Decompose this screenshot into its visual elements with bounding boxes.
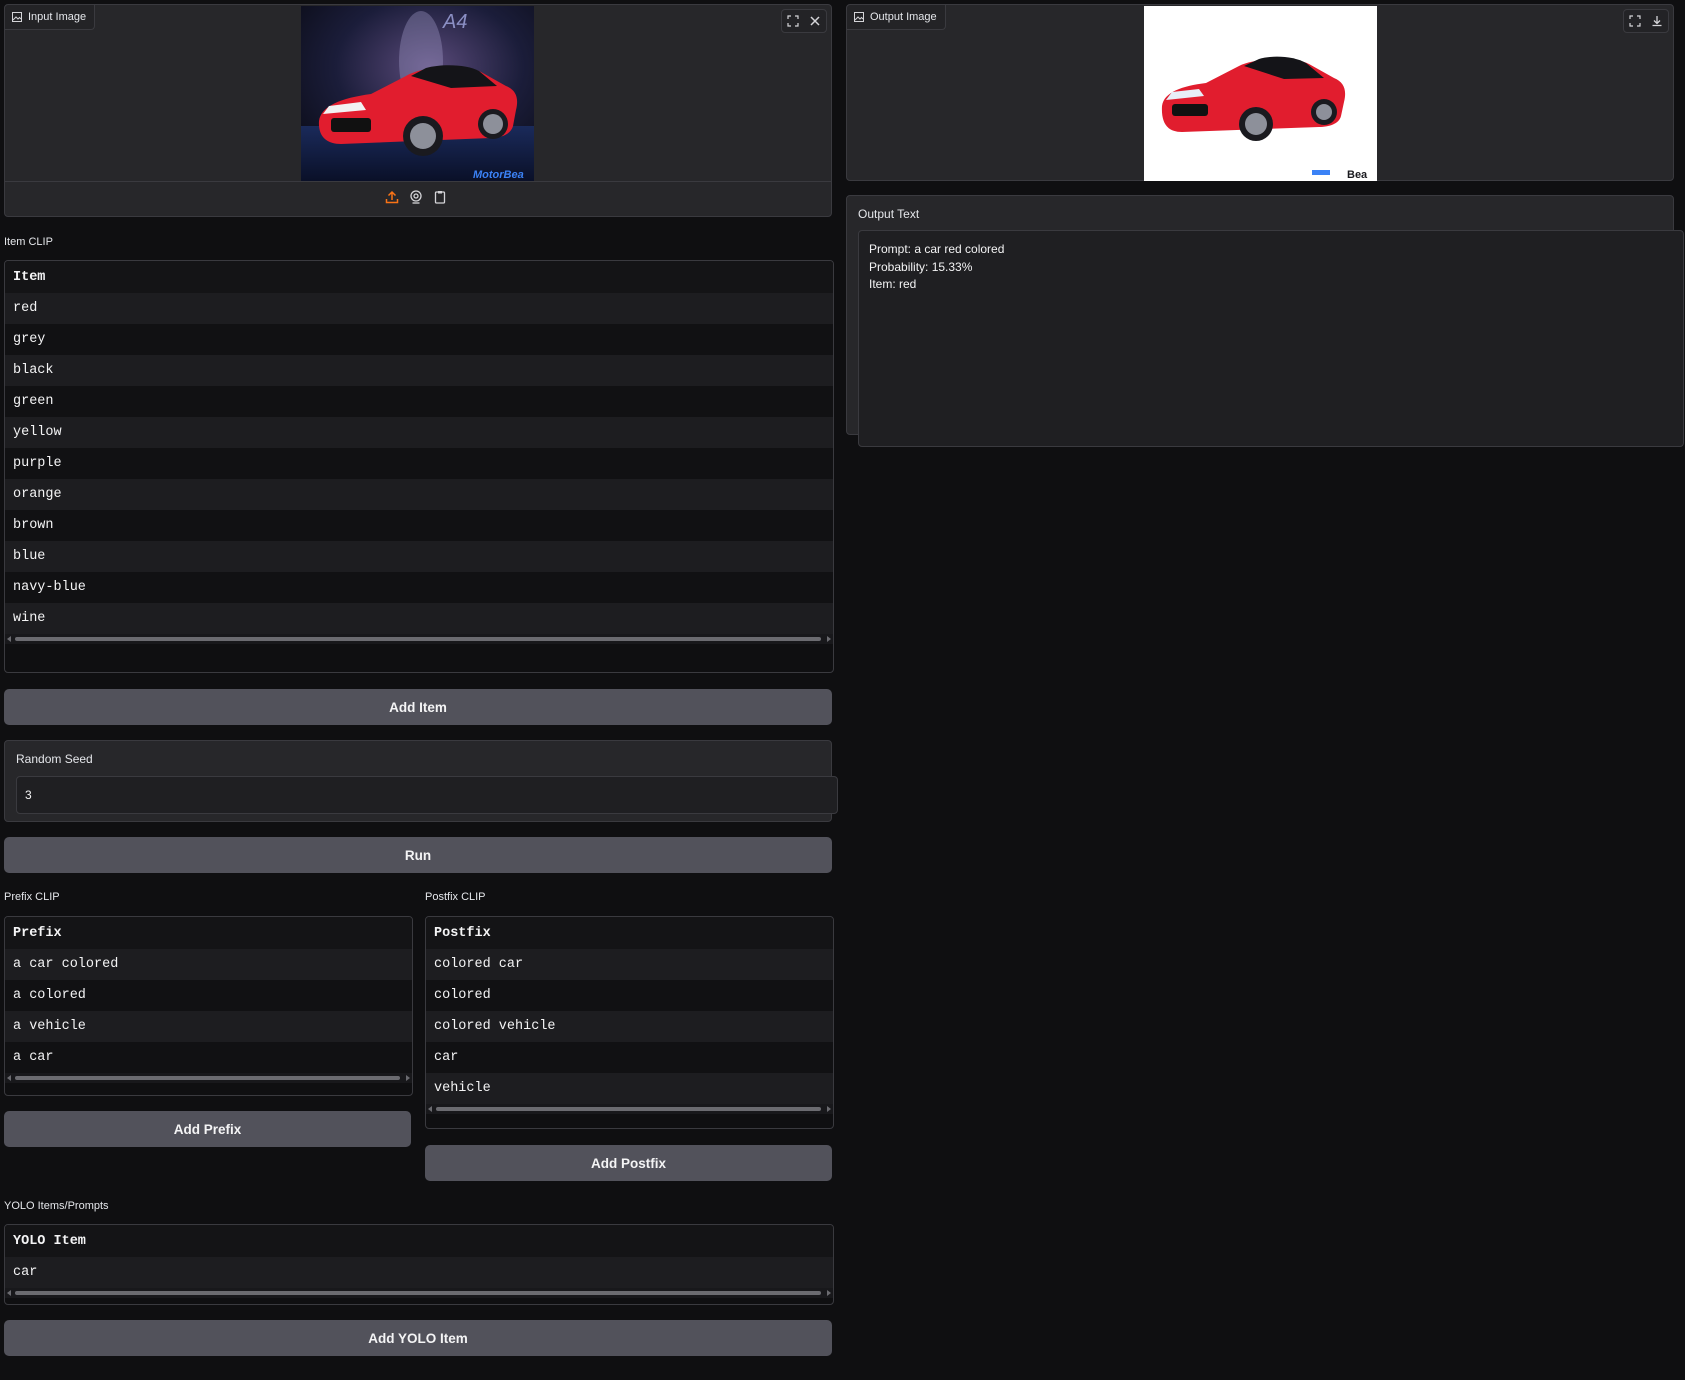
table-row[interactable]: car <box>426 1042 833 1073</box>
image-source-bar <box>5 181 831 182</box>
input-image-tools <box>781 9 827 33</box>
table-row[interactable]: yellow <box>5 417 833 448</box>
postfix-clip-table: Postfix colored car colored colored vehi… <box>425 916 834 1129</box>
table-row[interactable]: green <box>5 386 833 417</box>
output-text-box[interactable]: Prompt: a car red colored Probability: 1… <box>858 230 1684 447</box>
item-clip-label: Item CLIP <box>4 236 53 248</box>
input-image-preview[interactable]: A4 MotorBea <box>301 6 534 181</box>
table-row[interactable]: blue <box>5 541 833 572</box>
add-yolo-item-button[interactable]: Add YOLO Item <box>4 1320 832 1356</box>
add-postfix-button[interactable]: Add Postfix <box>425 1145 832 1181</box>
output-line-prompt: Prompt: a car red colored <box>869 242 1005 256</box>
photo-model-text: A4 <box>442 11 467 33</box>
table-row[interactable]: colored vehicle <box>426 1011 833 1042</box>
run-button[interactable]: Run <box>4 837 832 873</box>
table-row[interactable]: navy-blue <box>5 572 833 603</box>
table-header[interactable]: Postfix <box>426 917 833 949</box>
table-row[interactable]: red <box>5 293 833 324</box>
input-image-badge: Input Image <box>5 5 96 30</box>
table-row[interactable]: colored <box>426 980 833 1011</box>
random-seed-panel: Random Seed 3 <box>4 740 838 822</box>
yolo-label: YOLO Items/Prompts <box>4 1200 109 1212</box>
upload-icon[interactable] <box>385 190 399 204</box>
add-item-button[interactable]: Add Item <box>4 689 832 725</box>
fullscreen-icon[interactable] <box>782 10 804 32</box>
table-row[interactable]: black <box>5 355 833 386</box>
output-line-item: Item: red <box>869 277 917 291</box>
output-text-panel: Output Text Prompt: a car red colored Pr… <box>846 195 1684 447</box>
horizontal-scrollbar[interactable] <box>5 634 833 644</box>
image-icon <box>854 12 864 22</box>
table-row[interactable]: purple <box>5 448 833 479</box>
table-row[interactable]: vehicle <box>426 1073 833 1104</box>
image-icon <box>12 12 22 22</box>
prefix-clip-label: Prefix CLIP <box>4 891 60 903</box>
output-image-preview: Bea <box>1144 6 1377 181</box>
table-row[interactable]: colored car <box>426 949 833 980</box>
table-row[interactable]: grey <box>5 324 833 355</box>
random-seed-input[interactable]: 3 <box>16 776 838 814</box>
input-image-label: Input Image <box>28 11 87 23</box>
fullscreen-icon[interactable] <box>1624 10 1646 32</box>
output-image-badge: Output Image <box>847 5 946 30</box>
close-icon[interactable] <box>804 10 826 32</box>
output-image-label: Output Image <box>870 11 937 23</box>
output-image-tools <box>1623 9 1669 33</box>
yolo-table: YOLO Item car <box>4 1224 834 1305</box>
table-header[interactable]: YOLO Item <box>5 1225 833 1257</box>
horizontal-scrollbar[interactable] <box>5 1073 412 1083</box>
postfix-clip-label: Postfix CLIP <box>425 891 486 903</box>
image-source-buttons <box>385 190 447 204</box>
table-row[interactable]: orange <box>5 479 833 510</box>
table-row[interactable]: a car colored <box>5 949 412 980</box>
photo-watermark: MotorBea <box>473 169 524 181</box>
webcam-icon[interactable] <box>409 190 423 204</box>
table-row[interactable]: a colored <box>5 980 412 1011</box>
output-image-panel: Output Image Bea <box>846 4 1674 181</box>
table-row[interactable]: wine <box>5 603 833 634</box>
horizontal-scrollbar[interactable] <box>426 1104 833 1114</box>
output-watermark: Bea <box>1347 169 1368 181</box>
table-row[interactable]: brown <box>5 510 833 541</box>
download-icon[interactable] <box>1646 10 1668 32</box>
table-header[interactable]: Prefix <box>5 917 412 949</box>
add-prefix-button[interactable]: Add Prefix <box>4 1111 411 1147</box>
output-line-probability: Probability: 15.33% <box>869 259 973 274</box>
item-clip-table: Item red grey black green yellow purple … <box>4 260 834 673</box>
table-header[interactable]: Item <box>5 261 833 293</box>
table-row[interactable]: a vehicle <box>5 1011 412 1042</box>
random-seed-label: Random Seed <box>16 752 93 766</box>
output-text-label: Output Text <box>858 207 920 221</box>
input-image-panel: Input Image A4 MotorBea <box>4 4 832 217</box>
table-row[interactable]: a car <box>5 1042 412 1073</box>
prefix-clip-table: Prefix a car colored a colored a vehicle… <box>4 916 413 1096</box>
horizontal-scrollbar[interactable] <box>5 1288 833 1298</box>
clipboard-icon[interactable] <box>433 190 447 204</box>
table-row[interactable]: car <box>5 1257 833 1288</box>
